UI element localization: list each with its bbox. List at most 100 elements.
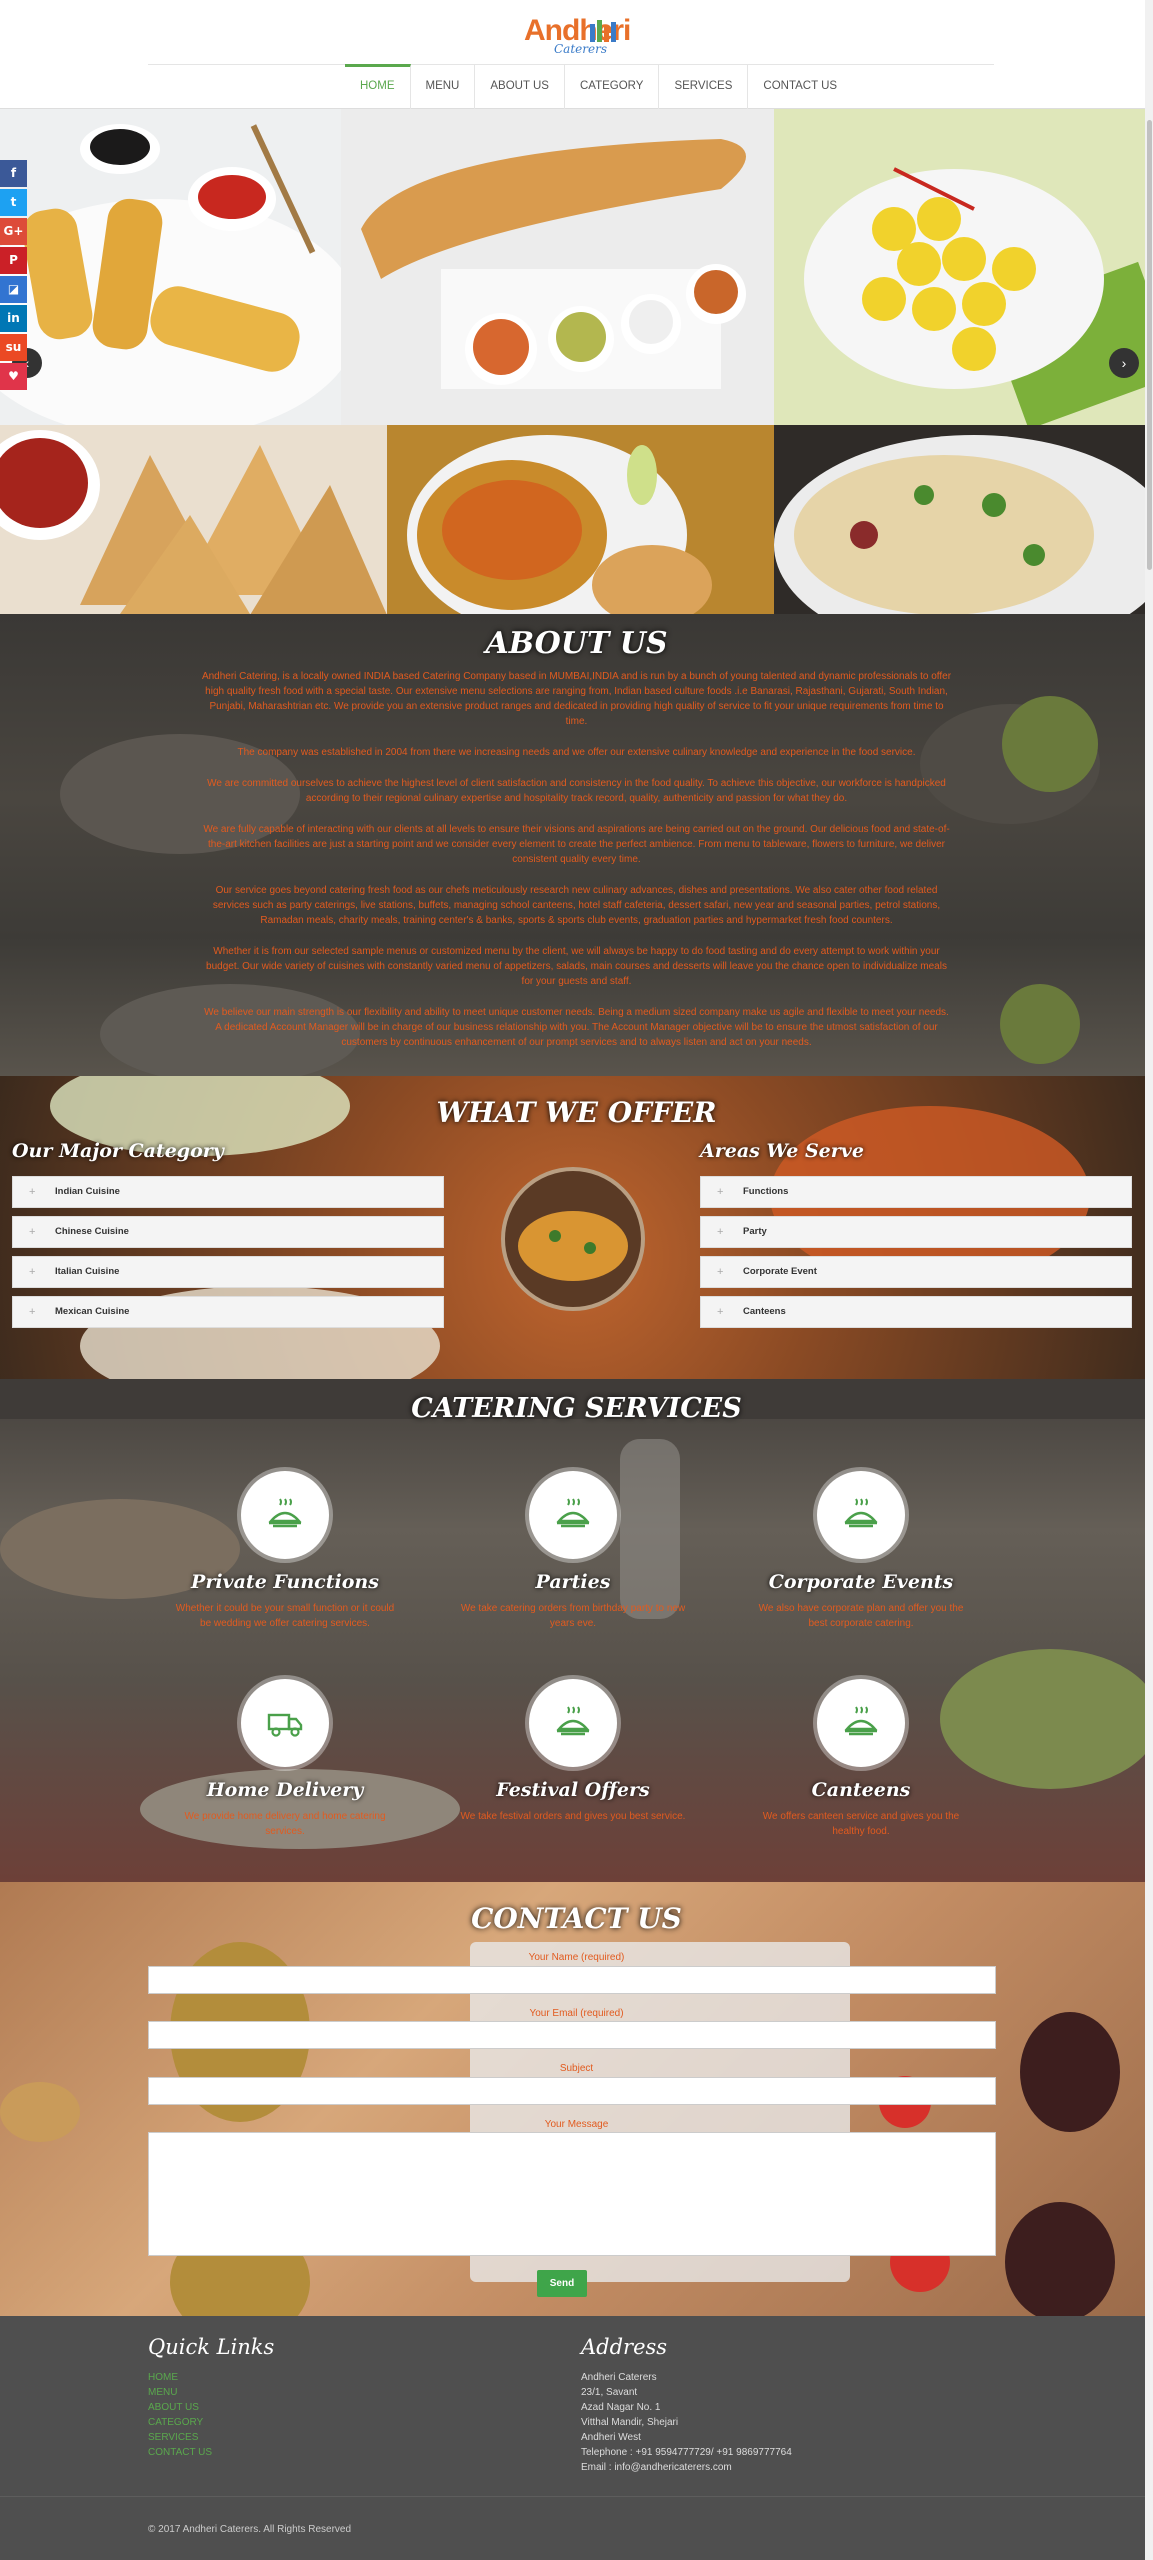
facebook-icon[interactable]: f <box>0 160 27 187</box>
nav-about-us[interactable]: ABOUT US <box>475 64 565 109</box>
food-tray-icon <box>844 1498 878 1528</box>
send-button[interactable]: Send <box>537 2270 587 2297</box>
footer-link-menu[interactable]: MENU <box>148 2385 177 2400</box>
message-field[interactable] <box>148 2132 996 2256</box>
site-logo[interactable]: Andheri Caterers <box>524 12 631 56</box>
service-card: Parties We take catering orders from bir… <box>448 1471 698 1631</box>
about-paragraph: We are committed ourselves to achieve th… <box>207 778 946 804</box>
category-item[interactable]: + Indian Cuisine <box>12 1176 444 1208</box>
subject-label: Subject <box>559 2063 594 2074</box>
category-item[interactable]: + Chinese Cuisine <box>12 1216 444 1248</box>
name-field[interactable] <box>148 1966 996 1994</box>
plus-icon: + <box>717 1226 724 1238</box>
plus-icon: + <box>29 1186 36 1198</box>
twitter-icon[interactable]: t <box>0 189 27 216</box>
area-item[interactable]: + Party <box>700 1216 1132 1248</box>
subject-field[interactable] <box>148 2077 996 2105</box>
footer-link-contact-us[interactable]: CONTACT US <box>148 2445 212 2460</box>
footer-link-about-us[interactable]: ABOUT US <box>148 2400 199 2415</box>
logo-tagline: Caterers <box>554 42 607 56</box>
nav-services[interactable]: SERVICES <box>659 64 749 109</box>
about-paragraph: We are fully capable of interacting with… <box>203 824 950 865</box>
site-header: Andheri Caterers HOME MENU ABOUT US CATE… <box>0 0 1153 109</box>
slider-next-button[interactable]: › <box>1109 348 1139 378</box>
google-plus-icon[interactable]: G+ <box>0 218 27 245</box>
logo-graphic <box>590 20 616 42</box>
service-description: We also have corporate plan and offer yo… <box>758 1603 964 1629</box>
email-field[interactable] <box>148 2021 996 2049</box>
area-label: Party <box>743 1226 767 1237</box>
service-title: Home Delivery <box>206 1779 364 1801</box>
dosa-image <box>361 139 746 389</box>
heart-icon[interactable]: ♥ <box>0 363 27 390</box>
service-icon-circle <box>529 1471 617 1559</box>
category-item[interactable]: + Mexican Cuisine <box>12 1296 444 1328</box>
email-label: Your Email (required) <box>529 2008 624 2019</box>
about-paragraph: The company was established in 2004 from… <box>237 747 916 758</box>
service-icon-circle <box>241 1679 329 1767</box>
phone-line: Telephone : +91 9594777729/ +91 98697777… <box>581 2447 792 2458</box>
nav-menu[interactable]: MENU <box>411 64 476 109</box>
address-line: 23/1, Savant <box>581 2387 638 2398</box>
nav-contact-us[interactable]: CONTACT US <box>748 64 852 109</box>
service-title: Corporate Events <box>768 1571 954 1593</box>
address-title: Address <box>581 2335 668 2359</box>
area-item[interactable]: + Functions <box>700 1176 1132 1208</box>
spring-rolls-image <box>0 124 341 425</box>
slide-chutney <box>0 425 387 614</box>
copyright-text: © 2017 Andheri Caterers. All Rights Rese… <box>148 2524 352 2535</box>
khandvi-image <box>774 109 1145 425</box>
nav-home[interactable]: HOME <box>345 64 411 109</box>
about-paragraph: Andheri Catering, is a locally owned IND… <box>201 671 952 727</box>
service-card: Festival Offers We take festival orders … <box>448 1679 698 1824</box>
area-item[interactable]: + Corporate Event <box>700 1256 1132 1288</box>
service-icon-circle <box>817 1679 905 1767</box>
footer-link-home[interactable]: HOME <box>148 2370 178 2385</box>
catering-services-section: CATERING SERVICES Private Functions Whet… <box>0 1379 1153 1882</box>
misal-pav-image <box>387 425 774 614</box>
category-label: Italian Cuisine <box>55 1266 120 1277</box>
service-icon-circle <box>241 1471 329 1559</box>
delicious-icon[interactable]: ◪ <box>0 276 27 303</box>
area-item[interactable]: + Canteens <box>700 1296 1132 1328</box>
service-description: Whether it could be your small function … <box>175 1603 395 1629</box>
address-line: Andheri West <box>581 2432 641 2443</box>
food-tray-icon <box>844 1706 878 1736</box>
area-label: Canteens <box>743 1306 786 1317</box>
pinterest-icon[interactable]: P <box>0 247 27 274</box>
contact-title: CONTACT US <box>471 1902 682 1935</box>
area-label: Corporate Event <box>743 1266 817 1277</box>
service-description: We offers canteen service and gives you … <box>762 1811 960 1837</box>
category-label: Mexican Cuisine <box>55 1306 130 1317</box>
service-card: Canteens We offers canteen service and g… <box>736 1679 986 1839</box>
plus-icon: + <box>717 1306 724 1318</box>
email-line: Email : info@andhericaterers.com <box>581 2462 732 2473</box>
major-category-title: Our Major Category <box>12 1140 224 1162</box>
nav-category[interactable]: CATEGORY <box>565 64 660 109</box>
footer-link-services[interactable]: SERVICES <box>148 2430 198 2445</box>
service-card: Private Functions Whether it could be yo… <box>160 1471 410 1631</box>
service-title: Parties <box>535 1571 611 1593</box>
slide-upma <box>774 425 1145 614</box>
delivery-truck-icon <box>267 1713 303 1737</box>
message-label: Your Message <box>544 2119 609 2130</box>
main-nav: HOME MENU ABOUT US CATEGORY SERVICES CON… <box>345 64 852 109</box>
food-tray-icon <box>268 1498 302 1528</box>
about-title: ABOUT US <box>485 626 668 661</box>
plus-icon: + <box>717 1186 724 1198</box>
linkedin-icon[interactable]: in <box>0 305 27 332</box>
footer-link-category[interactable]: CATEGORY <box>148 2415 203 2430</box>
service-title: Private Functions <box>191 1571 379 1593</box>
plus-icon: + <box>29 1226 36 1238</box>
quick-links-title: Quick Links <box>148 2335 275 2359</box>
about-paragraph: Our service goes beyond catering fresh f… <box>212 885 941 926</box>
food-tray-icon <box>556 1498 590 1528</box>
page-scrollbar-thumb[interactable] <box>1147 120 1152 570</box>
stumbleupon-icon[interactable]: su <box>0 334 27 361</box>
service-card: Corporate Events We also have corporate … <box>736 1471 986 1631</box>
address-line: Vitthal Mandir, Shejari <box>581 2417 679 2428</box>
category-item[interactable]: + Italian Cuisine <box>12 1256 444 1288</box>
slide-spring-rolls <box>0 109 341 425</box>
samosa-image <box>0 430 387 614</box>
address-line: Azad Nagar No. 1 <box>581 2402 661 2413</box>
